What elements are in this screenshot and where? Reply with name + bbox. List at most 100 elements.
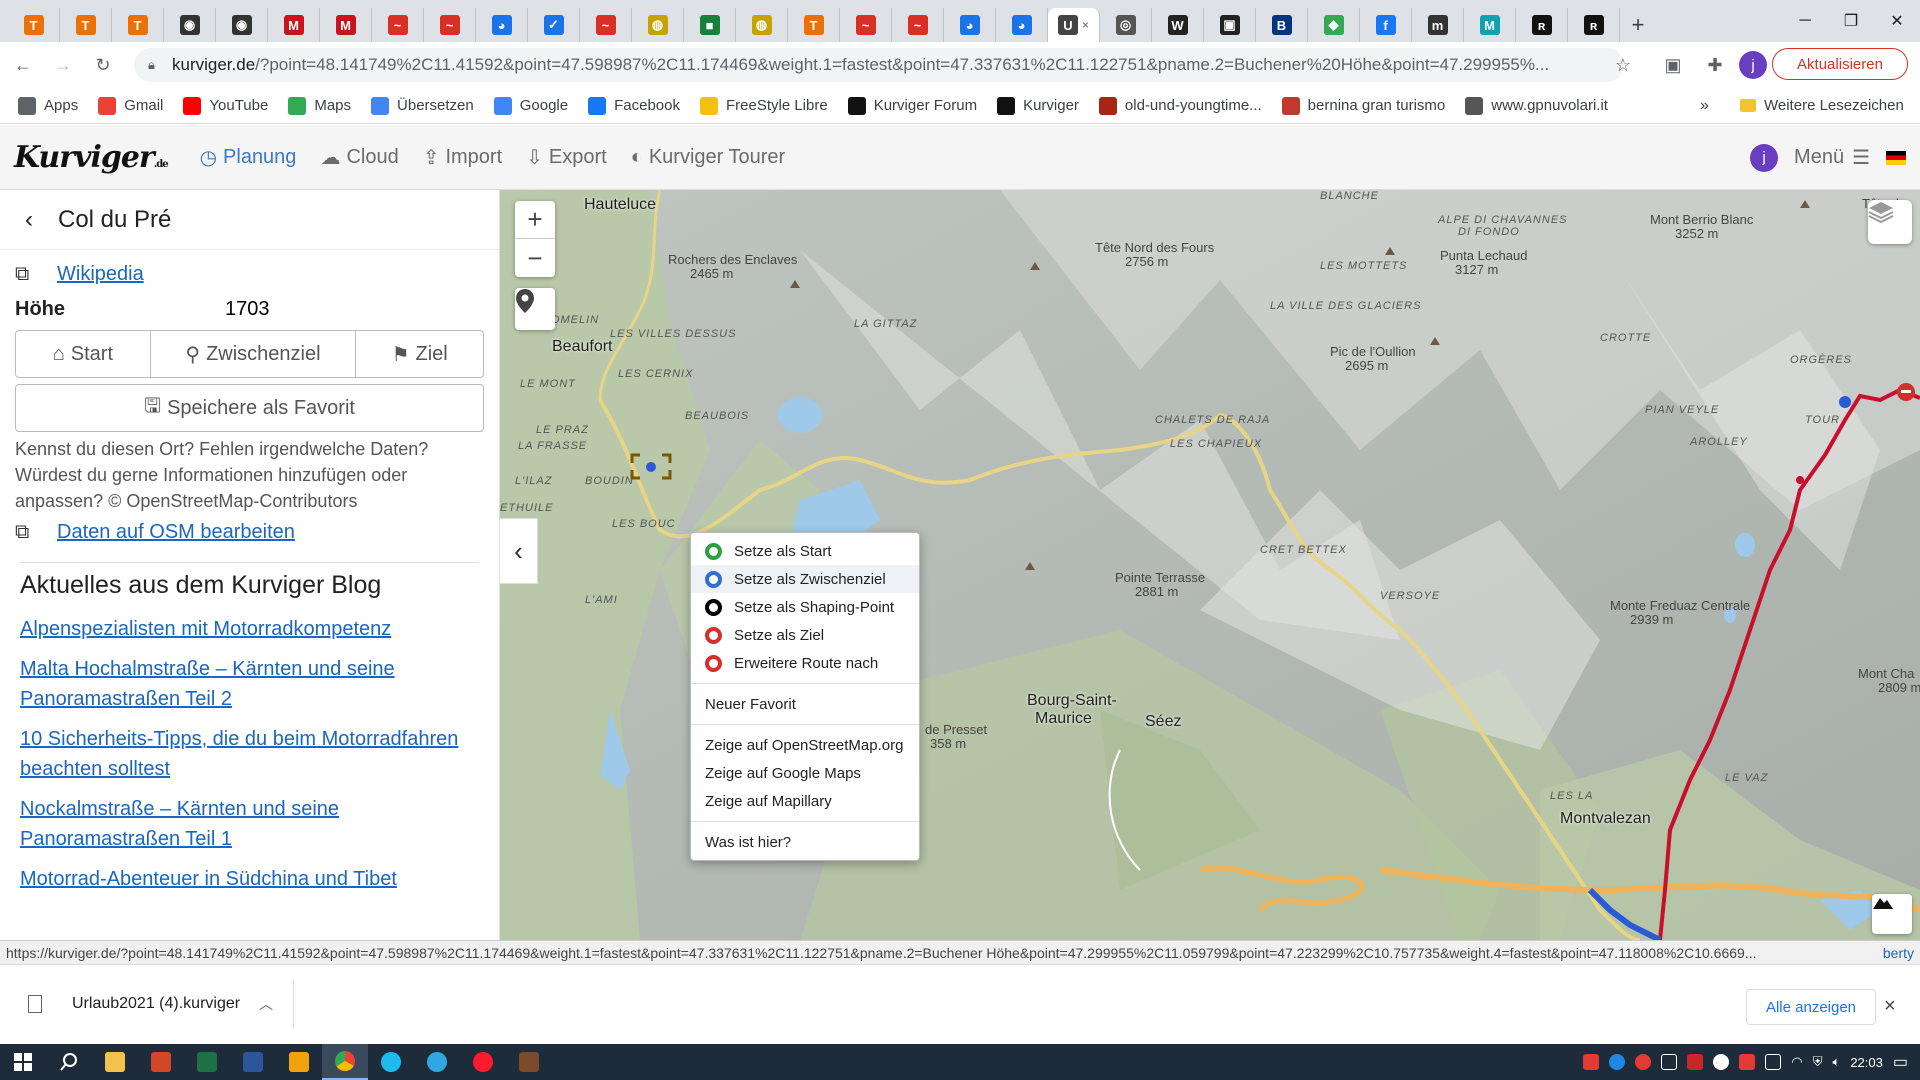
browser-tab[interactable]: ◕ [476, 8, 528, 42]
tray-app-icon[interactable] [1583, 1054, 1600, 1070]
other-bookmarks[interactable]: Weitere Lesezeichen [1740, 97, 1904, 114]
back-button[interactable]: ← [6, 48, 40, 82]
clock[interactable]: 22:03 [1850, 1055, 1883, 1070]
zoom-out-button[interactable]: − [515, 239, 555, 277]
browser-tab[interactable]: T [788, 8, 840, 42]
powerpoint-icon[interactable] [138, 1044, 184, 1080]
extension-icon[interactable]: ▣ [1656, 48, 1690, 82]
maximize-button[interactable]: ❐ [1828, 0, 1874, 42]
wikipedia-link[interactable]: Wikipedia [57, 263, 144, 286]
file-explorer-icon[interactable] [92, 1044, 138, 1080]
more-bookmarks-button[interactable]: » [1700, 97, 1709, 115]
app-icon[interactable] [506, 1044, 552, 1080]
elevation-button[interactable] [1872, 894, 1912, 934]
chevron-up-icon[interactable]: ︿ [259, 994, 273, 1014]
bookmark-item[interactable]: Google [493, 96, 568, 115]
url-input[interactable]: 🔒︎ kurviger.de/?point=48.141749%2C11.415… [134, 48, 1624, 82]
blog-link[interactable]: 10 Sicherheits-Tipps, die du beim Motorr… [20, 728, 458, 780]
close-window-button[interactable]: ✕ [1874, 0, 1920, 42]
browser-tab[interactable]: U × [1048, 8, 1100, 42]
bookmark-item[interactable]: old-und-youngtime... [1098, 96, 1262, 115]
download-item[interactable]: Urlaub2021 (4).kurviger ︿ [14, 979, 294, 1029]
browser-tab[interactable]: f [1360, 8, 1412, 42]
edge-icon[interactable] [414, 1044, 460, 1080]
browser-tab[interactable]: ◕ [996, 8, 1048, 42]
browser-tab[interactable]: M [1464, 8, 1516, 42]
menu-button[interactable]: Menü ☰ [1794, 145, 1870, 170]
bookmark-item[interactable]: Maps [288, 96, 351, 115]
nav-cloud[interactable]: ☁ Cloud [320, 145, 398, 170]
layers-button[interactable] [1868, 200, 1912, 244]
browser-tab[interactable]: ✓ [528, 8, 580, 42]
browser-tab[interactable]: T [60, 8, 112, 42]
osm-edit-link[interactable]: Daten auf OSM bearbeiten [57, 521, 295, 544]
browser-tab[interactable]: ◉ [164, 8, 216, 42]
tray-icon[interactable] [1661, 1054, 1678, 1070]
bookmark-item[interactable]: Kurviger Forum [847, 96, 977, 115]
new-tab-button[interactable]: + [1620, 8, 1656, 42]
bookmark-item[interactable]: FreeStyle Libre [699, 96, 828, 115]
close-download-bar-button[interactable]: × [1884, 995, 1896, 1018]
browser-tab[interactable]: ~ [424, 8, 476, 42]
browser-tab[interactable]: ◆ [1308, 8, 1360, 42]
bluetooth-icon[interactable] [1609, 1054, 1626, 1070]
browser-tab[interactable]: ~ [892, 8, 944, 42]
browser-tab[interactable]: m [1412, 8, 1464, 42]
user-avatar[interactable]: j [1750, 143, 1779, 172]
save-favorite-button[interactable]: 🖫︎ Speichere als Favorit [15, 384, 484, 432]
outlook-icon[interactable] [276, 1044, 322, 1080]
browser-tab[interactable]: ~ [372, 8, 424, 42]
bookmark-item[interactable]: Facebook [588, 96, 680, 115]
opera-tray-icon[interactable] [1635, 1054, 1652, 1070]
nav-import[interactable]: ⇪ Import [423, 145, 502, 170]
browser-tab[interactable]: ~ [580, 8, 632, 42]
set-via-button[interactable]: ⚲ Zwischenziel [150, 330, 357, 378]
browser-tab[interactable]: ◕ [944, 8, 996, 42]
ctx-route-item[interactable]: Setze als Zwischenziel [691, 565, 919, 593]
browser-tab[interactable]: ◎ [1100, 8, 1152, 42]
blog-link[interactable]: Alpenspezialisten mit Motorradkompetenz [20, 618, 391, 640]
bookmark-item[interactable]: Gmail [98, 96, 163, 115]
browser-tab[interactable]: ▣ [1204, 8, 1256, 42]
bookmark-item[interactable]: www.gpnuvolari.it [1465, 96, 1608, 115]
ctx-what-here[interactable]: Was ist hier? [691, 828, 919, 856]
ctx-route-item[interactable]: Setze als Start [691, 537, 919, 565]
ctx-show-item[interactable]: Zeige auf Google Maps [691, 759, 919, 787]
set-destination-button[interactable]: ⚑ Ziel [356, 330, 485, 378]
browser-tab[interactable]: W [1152, 8, 1204, 42]
collapse-panel-button[interactable]: ‹ [500, 518, 538, 584]
ctx-route-item[interactable]: Erweitere Route nach [691, 649, 919, 677]
acrobat-icon[interactable] [1739, 1054, 1756, 1070]
bookmark-item[interactable]: Übersetzen [371, 96, 474, 115]
excel-icon[interactable] [184, 1044, 230, 1080]
minimize-button[interactable]: ─ [1782, 0, 1828, 42]
nav-export[interactable]: ⇩ Export [526, 145, 607, 170]
ctx-route-item[interactable]: Setze als Shaping-Point [691, 593, 919, 621]
nav-kurviger-tourer[interactable]: ◐ Kurviger Tourer [631, 145, 785, 170]
blog-link[interactable]: Motorrad-Abenteuer in Südchina und Tibet [20, 868, 397, 890]
set-start-button[interactable]: ⌂ Start [15, 330, 151, 378]
browser-tab[interactable]: T [112, 8, 164, 42]
wifi-icon[interactable]: ◠ [1791, 1054, 1802, 1070]
windows-start-icon[interactable] [0, 1044, 46, 1080]
ie-icon[interactable] [368, 1044, 414, 1080]
opera-icon[interactable] [460, 1044, 506, 1080]
forward-button[interactable]: → [46, 48, 80, 82]
close-tab-icon[interactable]: × [1082, 18, 1089, 32]
bookmark-item[interactable]: YouTube [183, 96, 268, 115]
profile-avatar[interactable]: j [1736, 48, 1770, 82]
blog-link[interactable]: Malta Hochalmstraße – Kärnten und seine … [20, 658, 395, 710]
german-flag-icon[interactable] [1886, 150, 1906, 165]
search-icon[interactable] [46, 1044, 92, 1080]
word-icon[interactable] [230, 1044, 276, 1080]
volume-icon[interactable]: 🔈︎ [1833, 1054, 1841, 1070]
nav-planung[interactable]: ◷ Planung [200, 145, 297, 170]
security-icon[interactable]: ⛨ [1813, 1054, 1823, 1070]
update-button[interactable]: Aktualisieren [1772, 48, 1908, 80]
chrome-taskbar-icon[interactable] [322, 1044, 368, 1080]
browser-tab[interactable]: ʀ [1568, 8, 1620, 42]
puzzle-icon[interactable]: ✚ [1698, 48, 1732, 82]
browser-tab[interactable]: ◍ [632, 8, 684, 42]
map-attribution[interactable]: berty [1883, 945, 1914, 961]
browser-tab[interactable]: T [8, 8, 60, 42]
